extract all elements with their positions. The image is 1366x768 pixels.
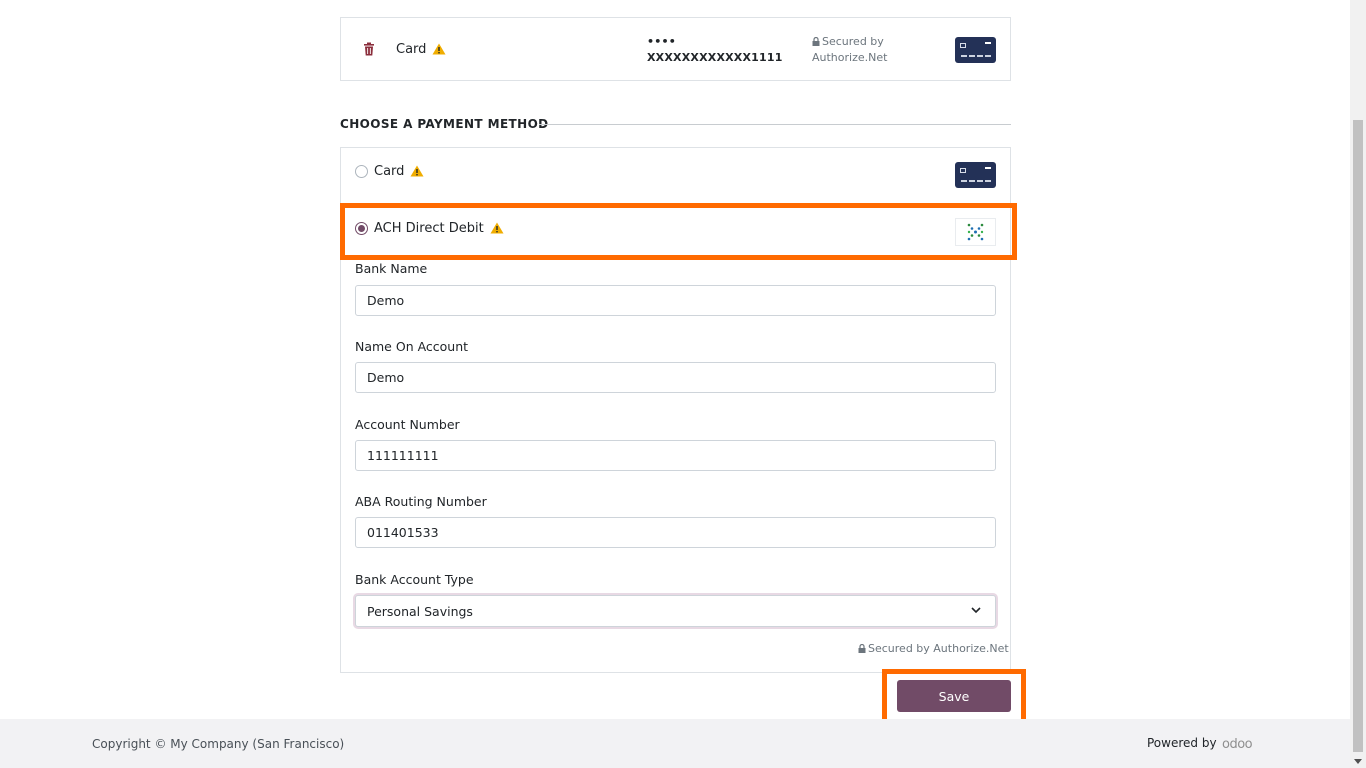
copyright-text: Copyright © My Company (San Francisco)	[92, 737, 345, 751]
method-card-text: Card	[374, 164, 405, 179]
account-number-label: Account Number	[355, 417, 460, 432]
trash-icon[interactable]	[363, 42, 375, 56]
highlight-ach-option	[340, 203, 1017, 260]
highlight-save-button	[882, 669, 1026, 724]
method-card-label[interactable]: Card	[374, 164, 424, 179]
aba-routing-label: ABA Routing Number	[355, 494, 487, 509]
bank-name-input[interactable]	[355, 285, 996, 316]
vertical-scrollbar[interactable]	[1350, 0, 1366, 768]
bank-account-type-label: Bank Account Type	[355, 572, 474, 587]
lock-icon	[812, 37, 820, 46]
card-brand-icon	[955, 162, 996, 188]
scroll-down-arrow-icon[interactable]	[1354, 759, 1362, 764]
masked-card-number: •••• XXXXXXXXXXXX1111	[647, 34, 783, 66]
radio-card[interactable]	[355, 165, 368, 178]
account-number-input[interactable]	[355, 440, 996, 471]
odoo-logo[interactable]: odoo	[1222, 737, 1253, 752]
secured-text-1: Secured by	[822, 35, 884, 48]
page-footer: Copyright © My Company (San Francisco) P…	[0, 719, 1350, 768]
masked-dots: ••••	[647, 35, 676, 48]
aba-routing-input[interactable]	[355, 517, 996, 548]
bank-name-label: Bank Name	[355, 261, 428, 276]
chevron-down-icon	[971, 607, 981, 614]
lock-icon	[858, 644, 866, 653]
warning-icon	[410, 165, 424, 176]
secured-text-2: Authorize.Net	[812, 51, 888, 64]
name-on-account-label: Name On Account	[355, 339, 469, 354]
section-divider	[539, 124, 1011, 125]
saved-payment-token: Card •••• XXXXXXXXXXXX1111 Secured by Au…	[340, 17, 1011, 81]
warning-icon	[432, 43, 446, 54]
token-label: Card	[396, 42, 446, 57]
secured-by-note: Secured by Authorize.Net	[812, 34, 887, 66]
bank-account-type-select[interactable]: Personal Savings	[355, 595, 996, 627]
powered-by-text: Powered by	[1147, 736, 1217, 750]
secured-by-text: Secured by Authorize.Net	[868, 642, 1009, 655]
section-title: CHOOSE A PAYMENT METHOD	[340, 117, 549, 131]
secured-by-footer-note: Secured by Authorize.Net	[858, 642, 1009, 655]
card-brand-icon	[955, 37, 996, 63]
bank-account-type-value: Personal Savings	[367, 604, 473, 619]
scrollbar-thumb[interactable]	[1353, 120, 1363, 752]
name-on-account-input[interactable]	[355, 362, 996, 393]
masked-digits: XXXXXXXXXXXX1111	[647, 51, 783, 64]
token-name: Card	[396, 42, 427, 57]
payment-page: Card •••• XXXXXXXXXXXX1111 Secured by Au…	[0, 0, 1350, 768]
